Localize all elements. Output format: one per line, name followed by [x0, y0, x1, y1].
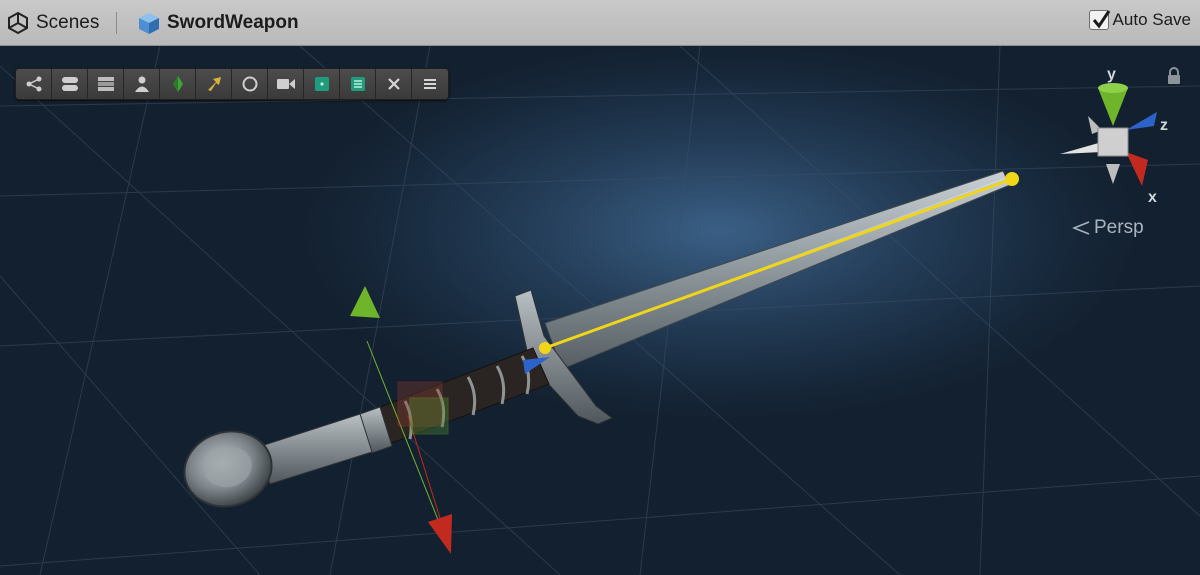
camera-icon	[276, 79, 295, 89]
close-button[interactable]	[376, 69, 412, 99]
gizmo-x-label: x	[1148, 189, 1157, 206]
scenes-label: Scenes	[36, 12, 100, 33]
gizmo-neg-y-cone	[1106, 164, 1120, 184]
layers-icon	[97, 77, 114, 91]
menu-icon	[424, 79, 436, 89]
gizmo-y-label: y	[1107, 66, 1116, 83]
green-gem-icon	[172, 76, 183, 92]
teal-list-button[interactable]	[340, 69, 376, 99]
prefab-breadcrumb[interactable]: SwordWeapon	[137, 9, 299, 37]
layers-button[interactable]	[88, 69, 124, 99]
y-axis-handle	[350, 286, 380, 318]
close-icon	[387, 78, 400, 90]
gizmo-z-cone	[1126, 112, 1157, 130]
gizmo-center-cube	[1097, 127, 1129, 157]
gizmo-neg-x-cone	[1060, 142, 1102, 154]
sword-model	[183, 170, 1011, 508]
orientation-gizmo[interactable]: y z x	[1050, 60, 1180, 210]
prefab-cube-icon	[139, 13, 159, 34]
tools-toolbar	[15, 68, 449, 100]
menu-button[interactable]	[412, 69, 448, 99]
gizmo-x-cone	[1126, 152, 1148, 186]
scenes-breadcrumb[interactable]: Scenes	[6, 9, 99, 37]
camera-button[interactable]	[268, 69, 304, 99]
prefab-scene-window: Scenes SwordWeapon Auto Save y z x Persp	[0, 0, 1200, 575]
refresh-circle-icon	[242, 76, 257, 92]
autosave-checkbox[interactable]	[1088, 10, 1110, 30]
sword-blade	[544, 170, 1011, 370]
breadcrumb-separator	[116, 12, 117, 34]
person-icon	[134, 76, 149, 92]
refresh-button[interactable]	[232, 69, 268, 99]
gizmo-z-label: z	[1160, 117, 1168, 134]
toggle-pill-icon	[61, 77, 78, 91]
teal-list-icon	[350, 77, 365, 91]
scene-canvas	[0, 46, 1200, 575]
teal-square-icon	[314, 77, 329, 91]
prefab-name: SwordWeapon	[167, 12, 299, 33]
autosave-label: Auto Save	[1112, 10, 1191, 29]
arrow-icon	[207, 77, 221, 91]
header-bar: Scenes SwordWeapon Auto Save	[0, 0, 1200, 46]
gizmo-y-cone	[1098, 88, 1128, 126]
share-nodes-icon	[26, 76, 41, 92]
projection-label: Persp	[1094, 217, 1144, 238]
sword-neck	[257, 413, 373, 485]
projection-toggle[interactable]: Persp	[1072, 217, 1144, 239]
toggle-pill-button[interactable]	[52, 69, 88, 99]
bone-handle-line	[544, 177, 1013, 350]
autosave-toggle[interactable]: Auto Save	[1088, 10, 1191, 30]
bone-handle-endpoint	[1005, 172, 1019, 186]
scene-viewport[interactable]: y z x Persp	[0, 46, 1200, 575]
person-button[interactable]	[124, 69, 160, 99]
bone-tool-button[interactable]	[160, 69, 196, 99]
unity-logo-icon	[8, 11, 28, 35]
perspective-chevron-icon	[1072, 221, 1090, 235]
arrow-button[interactable]	[196, 69, 232, 99]
checkmark-icon	[1092, 10, 1110, 29]
share-nodes-button[interactable]	[16, 69, 52, 99]
teal-square-button[interactable]	[304, 69, 340, 99]
